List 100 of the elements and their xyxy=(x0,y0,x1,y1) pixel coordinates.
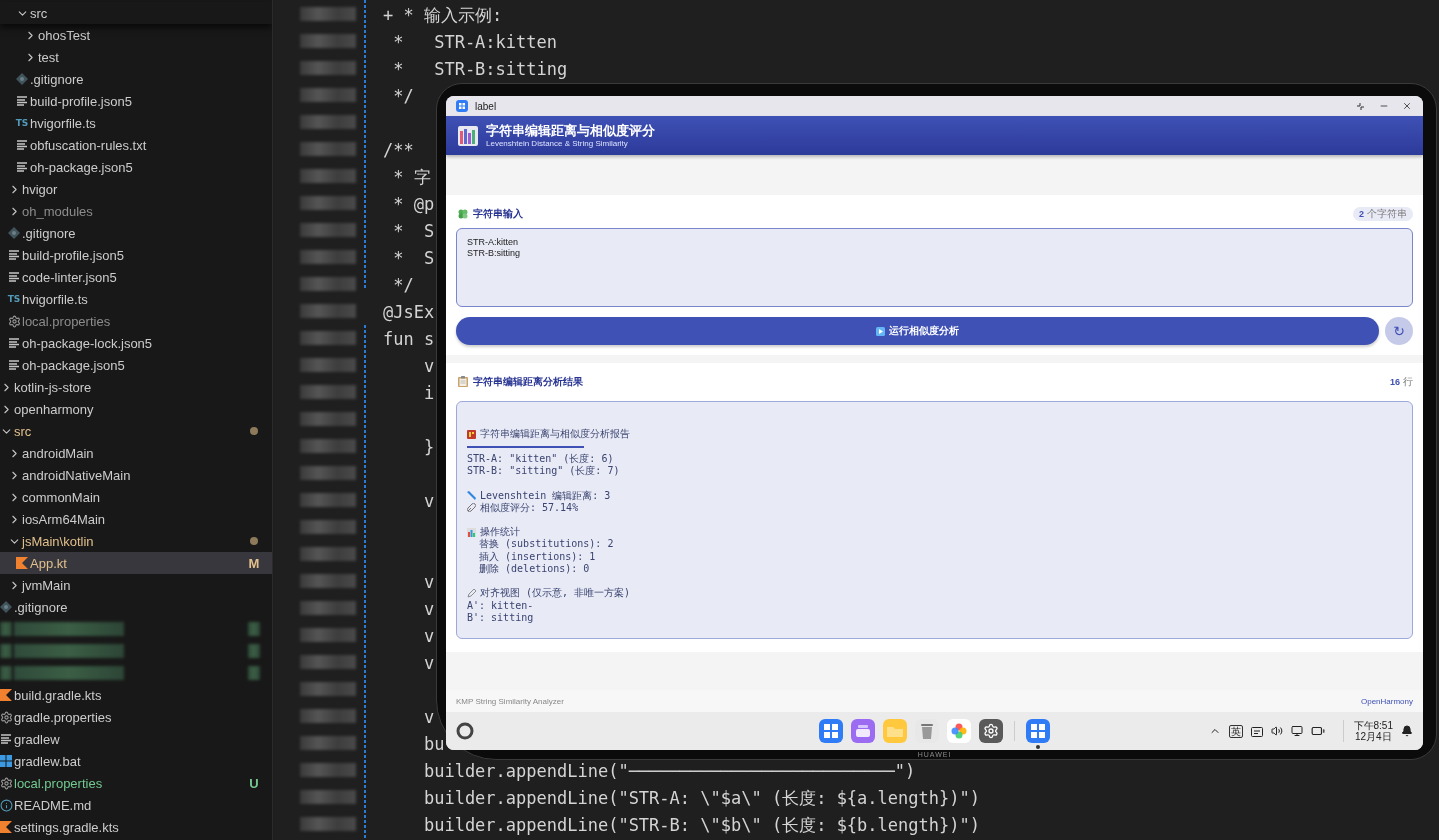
blurred-line-number xyxy=(300,789,356,804)
file-tree-item[interactable]: local.properties xyxy=(0,310,272,332)
file-tree-item[interactable]: androidMain xyxy=(0,442,272,464)
typescript-icon: TS xyxy=(7,294,21,304)
folder-icon xyxy=(887,725,903,737)
report-line: 替换 (substitutions): 2 xyxy=(478,538,614,551)
bar-chart-icon xyxy=(458,125,478,146)
blurred-icon xyxy=(0,666,12,680)
kotlin-icon xyxy=(16,557,28,569)
file-tree-item[interactable]: TS hvigorfile.ts xyxy=(0,288,272,310)
file-tree-item[interactable]: jvmMain xyxy=(0,574,272,596)
file-tree-item[interactable]: src xyxy=(0,420,272,442)
code-line: * S xyxy=(392,247,435,270)
file-tree-item[interactable]: App.kt M xyxy=(0,552,272,574)
link-icon xyxy=(467,503,476,513)
file-tree-item[interactable]: build.gradle.kts xyxy=(0,684,272,706)
blurred-line-number xyxy=(300,114,356,129)
blurred-line-number xyxy=(300,708,356,723)
notification-bell-icon[interactable] xyxy=(1401,725,1413,737)
blurred-icon xyxy=(0,644,12,658)
code-line: fun s xyxy=(383,328,435,351)
code-line: builder.appendLine("STR-A: \"$a\" (长度: ${a.length})") xyxy=(422,787,980,810)
clock[interactable]: 下午8:51 12月4日 xyxy=(1342,720,1393,742)
file-tree-item[interactable]: oh-package.json5 xyxy=(0,354,272,376)
file-tree-item[interactable]: src xyxy=(0,2,272,24)
file-tree-item[interactable]: androidNativeMain xyxy=(0,464,272,486)
battery-icon[interactable] xyxy=(1310,724,1325,738)
settings-icon xyxy=(7,314,21,328)
dock-app-button[interactable] xyxy=(819,719,843,743)
code-line: builder.appendLine("STR-B: \"$b\" (长度: ${b.length})") xyxy=(422,814,980,837)
blurred-line-number xyxy=(300,762,356,777)
file-tree-item[interactable]: .gitignore xyxy=(0,596,272,618)
volume-icon[interactable] xyxy=(1270,725,1283,737)
file-tree-item[interactable]: settings.gradle.kts xyxy=(0,816,272,838)
report-line: STR-B: "sitting" (长度: 7) xyxy=(467,465,620,478)
report-line: 操作统计 xyxy=(480,526,520,538)
blurred-badge xyxy=(248,644,260,658)
run-analysis-button[interactable]: 运行相似度分析 xyxy=(456,317,1379,345)
dock-app-button[interactable] xyxy=(947,719,971,743)
dock-app-button[interactable] xyxy=(851,719,875,743)
file-tree-item[interactable]: jsMain\kotlin xyxy=(0,530,272,552)
file-tree-item[interactable]: test xyxy=(0,46,272,68)
file-lines-icon xyxy=(8,250,20,260)
grid-icon xyxy=(1031,724,1045,738)
home-button-icon[interactable] xyxy=(456,722,474,740)
code-line: } xyxy=(422,436,435,459)
file-tree-item[interactable]: obfuscation-rules.txt xyxy=(0,134,272,156)
window-title: label xyxy=(475,100,497,112)
file-tree-item[interactable]: oh-package.json5 xyxy=(0,156,272,178)
file-tree-item[interactable]: oh_modules xyxy=(0,200,272,222)
file-tree-item[interactable]: .gitignore xyxy=(0,68,272,90)
file-tree-item[interactable]: openharmony xyxy=(0,398,272,420)
file-tree-item[interactable]: build-profile.json5 xyxy=(0,244,272,266)
dock-app-button[interactable] xyxy=(979,719,1003,743)
file-tree-item[interactable]: gradlew.bat xyxy=(0,750,272,772)
blurred-line-number xyxy=(300,573,356,588)
file-tree-item[interactable]: oh-package-lock.json5 xyxy=(0,332,272,354)
file-tree-item[interactable]: hvigor xyxy=(0,178,272,200)
card-title: 字符串编辑距离分析结果 xyxy=(473,374,583,389)
modified-dot xyxy=(250,427,258,435)
blurred-line-number xyxy=(300,276,356,291)
string-input-field[interactable]: STR-A:kitten STR-B:sitting xyxy=(456,228,1413,307)
settings-icon xyxy=(0,776,13,790)
blurred-line-number xyxy=(300,411,356,426)
input-method-button[interactable]: 英 xyxy=(1228,724,1243,738)
info-icon xyxy=(0,798,13,812)
clipboard-tray-icon[interactable] xyxy=(1250,725,1263,737)
file-tree-item[interactable]: code-linter.json5 xyxy=(0,266,272,288)
code-line: * STR-A:kitten xyxy=(392,31,557,54)
code-line: @JsEx xyxy=(383,301,435,324)
code-line: */ xyxy=(392,85,414,108)
file-tree-item[interactable]: README.md xyxy=(0,794,272,816)
blurred-badge xyxy=(248,622,260,636)
blurred-line-number xyxy=(300,735,356,750)
file-tree-item[interactable]: iosArm64Main xyxy=(0,508,272,530)
file-tree-item[interactable]: gradlew xyxy=(0,728,272,750)
file-tree-item[interactable]: build-profile.json5 xyxy=(0,90,272,112)
bar-chart-icon xyxy=(467,527,476,537)
blurred-line-number xyxy=(300,654,356,669)
file-tree-item[interactable]: .gitignore xyxy=(0,222,272,244)
report-line: 删除 (deletions): 0 xyxy=(478,562,590,575)
kotlin-icon xyxy=(0,821,12,833)
blurred-line-number xyxy=(300,330,356,345)
file-tree-item[interactable]: TS hvigorfile.ts xyxy=(0,112,272,134)
reset-button[interactable]: ↻ xyxy=(1385,317,1413,345)
screen-icon[interactable] xyxy=(1290,725,1303,737)
file-tree-item[interactable]: commonMain xyxy=(0,486,272,508)
clover-icon xyxy=(458,208,468,219)
blurred-line-number xyxy=(300,60,356,75)
footer-link[interactable]: OpenHarmony xyxy=(1360,696,1413,706)
blurred-line-number xyxy=(300,384,356,399)
report-line: 字符串编辑距离与相似度分析报告 xyxy=(480,428,630,441)
file-tree-item[interactable]: kotlin-js-store xyxy=(0,376,272,398)
windows-icon xyxy=(0,755,12,767)
report-line: 相似度评分: 57.14% xyxy=(480,501,579,514)
file-tree-item[interactable]: ohosTest xyxy=(0,24,272,46)
file-tree-item[interactable]: gradle.properties xyxy=(0,706,272,728)
file-tree-item[interactable]: local.properties U xyxy=(0,772,272,794)
blurred-line-number xyxy=(300,357,356,372)
code-line: */ xyxy=(392,274,414,297)
